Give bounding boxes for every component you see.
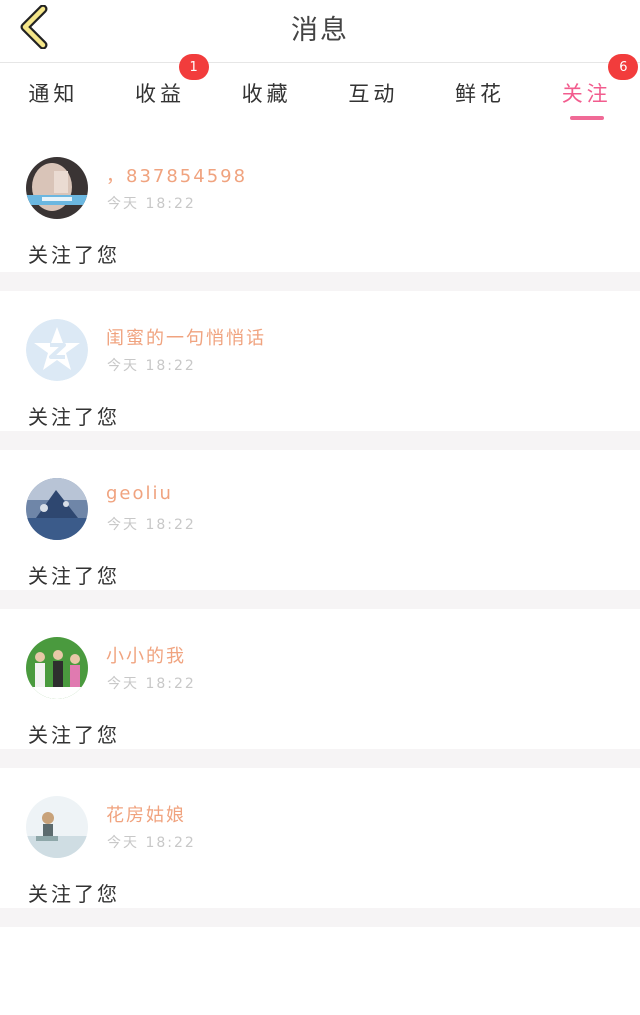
user-photo-avatar-icon xyxy=(26,478,88,540)
list-item[interactable]: 小小的我 今天 18:22 关注了您 xyxy=(0,609,640,768)
tab-earnings[interactable]: 收益 1 xyxy=(107,54,214,123)
list-item[interactable]: 闺蜜的一句悄悄话 今天 18:22 关注了您 xyxy=(0,291,640,450)
avatar[interactable] xyxy=(26,478,88,540)
timestamp: 今天 18:22 xyxy=(107,517,196,533)
tab-label: 通知 xyxy=(28,82,79,106)
timestamp: 今天 18:22 xyxy=(107,196,196,212)
tab-notice[interactable]: 通知 xyxy=(0,63,107,123)
timestamp: 今天 18:22 xyxy=(107,835,196,851)
page-title: 消息 xyxy=(291,15,349,46)
tab-following[interactable]: 关注 6 xyxy=(533,54,640,123)
tab-label: 收益 xyxy=(135,82,185,106)
username[interactable]: 小小的我 xyxy=(106,642,186,668)
avatar[interactable] xyxy=(26,637,88,699)
username[interactable]: 闺蜜的一句悄悄话 xyxy=(106,324,266,350)
timestamp: 今天 18:22 xyxy=(107,676,196,692)
list-item[interactable]: 花房姑娘 今天 18:22 关注了您 xyxy=(0,768,640,927)
tab-favorites[interactable]: 收藏 xyxy=(213,63,320,123)
tab-interactions[interactable]: 互动 xyxy=(320,63,427,123)
avatar[interactable] xyxy=(26,319,88,381)
active-tab-indicator xyxy=(569,116,604,120)
user-photo-avatar-icon xyxy=(26,637,88,699)
avatar[interactable] xyxy=(26,157,88,219)
tab-flowers[interactable]: 鲜花 xyxy=(427,63,534,123)
notification-message: 关注了您 xyxy=(28,564,120,588)
notification-message: 关注了您 xyxy=(28,243,120,267)
notification-message: 关注了您 xyxy=(28,405,120,429)
tab-label: 互动 xyxy=(348,82,399,106)
notification-message: 关注了您 xyxy=(28,723,120,747)
list-item[interactable]: ，837854598 今天 18:22 关注了您 xyxy=(0,129,640,291)
username[interactable]: ，837854598 xyxy=(106,162,247,188)
username[interactable]: geoliu xyxy=(106,483,173,504)
tab-label: 收藏 xyxy=(241,82,292,106)
list-item[interactable]: geoliu 今天 18:22 关注了您 xyxy=(0,450,640,609)
avatar[interactable] xyxy=(26,796,88,858)
tab-bar: 通知 收益 1 收藏 互动 鲜花 关注 6 xyxy=(0,54,640,123)
unread-badge: 6 xyxy=(608,54,639,80)
unread-badge: 1 xyxy=(178,54,209,80)
notification-list: ，837854598 今天 18:22 关注了您 闺蜜的一句悄悄话 今天 18:… xyxy=(0,129,640,927)
tab-label: 鲜花 xyxy=(455,82,506,106)
tab-label: 关注 xyxy=(561,82,612,106)
top-bar: 消息 xyxy=(0,0,640,63)
username[interactable]: 花房姑娘 xyxy=(106,801,186,827)
notification-message: 关注了您 xyxy=(28,882,120,906)
qzone-star-avatar-icon xyxy=(26,319,88,381)
user-photo-avatar-icon xyxy=(26,796,88,858)
user-photo-avatar-icon xyxy=(26,157,88,219)
timestamp: 今天 18:22 xyxy=(107,358,196,374)
